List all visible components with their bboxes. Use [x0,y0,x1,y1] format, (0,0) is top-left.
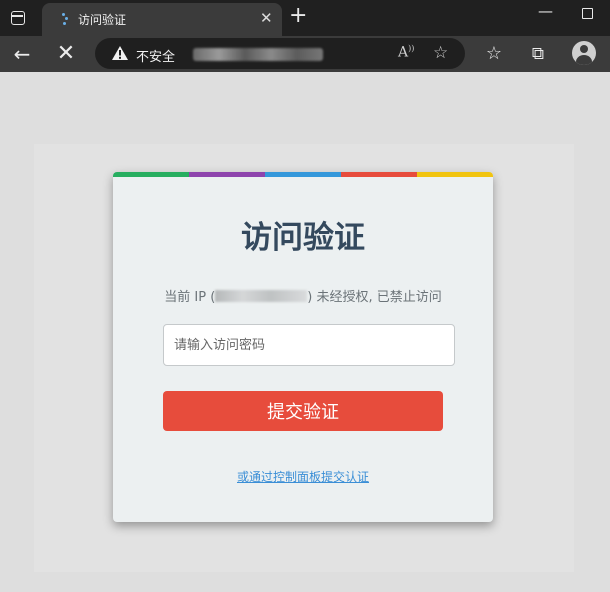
ip-notice-prefix: 当前 IP ( [164,290,216,305]
plus-icon[interactable]: + [289,5,307,27]
stripe-segment [265,172,341,177]
browser-toolbar: ← ✕ 不安全 A)) ☆ ☆ ⧉ [0,36,610,72]
color-stripe [113,172,493,177]
ip-redacted [215,290,308,302]
stripe-segment [189,172,265,177]
minimize-icon[interactable]: — [538,2,553,20]
security-label[interactable]: 不安全 [136,46,175,65]
favorites-icon[interactable]: ☆ [482,42,506,66]
tab-actions-icon[interactable] [8,8,28,28]
back-arrow-icon[interactable]: ← [10,42,34,66]
add-favorite-icon[interactable]: ☆ [433,43,448,63]
profile-icon[interactable] [572,41,596,65]
tab-title: 访问验证 [78,13,127,27]
ip-notice: 当前 IP ( ) 未经授权, 已禁止访问 [113,286,493,305]
address-bar[interactable]: 不安全 A)) ☆ [95,38,465,69]
maximize-icon[interactable] [582,8,593,19]
ip-notice-suffix: ) 未经授权, 已禁止访问 [307,290,442,305]
submit-button[interactable]: 提交验证 [163,391,443,431]
collections-icon[interactable]: ⧉ [526,42,550,66]
stripe-segment [113,172,189,177]
tab-active[interactable]: 访问验证 ✕ [42,3,282,36]
auth-card: 访问验证 当前 IP ( ) 未经授权, 已禁止访问 提交验证 或通过控制面板提交… [113,172,493,522]
control-panel-link[interactable]: 或通过控制面板提交认证 [113,468,493,485]
read-aloud-icon[interactable]: A)) [398,44,414,61]
warning-icon[interactable] [111,45,129,61]
stripe-segment [417,172,493,177]
url-redacted [193,48,323,61]
tab-strip: 访问验证 ✕ + — [0,0,610,36]
password-input[interactable] [163,324,455,366]
page-title: 访问验证 [241,220,365,256]
loading-icon [60,12,70,26]
stop-icon[interactable]: ✕ [54,42,78,66]
stripe-segment [341,172,417,177]
close-icon[interactable]: ✕ [260,11,273,26]
